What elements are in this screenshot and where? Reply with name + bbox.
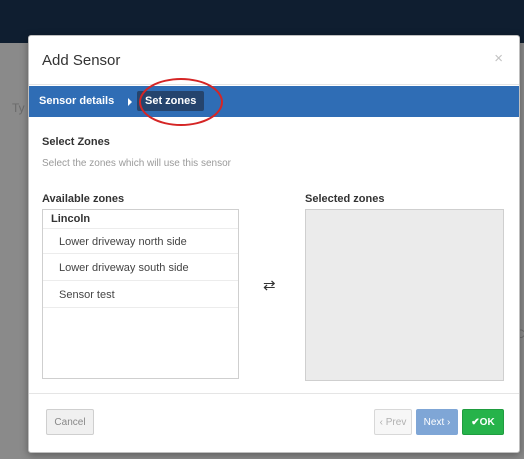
transfer-arrows-icon[interactable]: ⇄	[263, 276, 276, 294]
header-divider	[29, 84, 519, 85]
step-sensor-details[interactable]: Sensor details	[39, 95, 114, 107]
background-text-fragment: Ty	[12, 101, 25, 115]
selected-zones-label: Selected zones	[305, 193, 385, 205]
list-item[interactable]: Sensor test	[43, 282, 238, 308]
wizard-steps-bar: Sensor details Set zones	[29, 86, 519, 117]
close-icon[interactable]: ×	[494, 50, 503, 67]
footer-divider	[29, 393, 519, 394]
list-item[interactable]: Lower driveway north side	[43, 228, 238, 254]
section-title: Select Zones	[42, 136, 110, 148]
selected-zones-list[interactable]	[305, 209, 504, 381]
add-sensor-modal: Add Sensor × Sensor details Set zones Se…	[28, 35, 520, 453]
section-description: Select the zones which will use this sen…	[42, 158, 231, 169]
ok-button[interactable]: ✔OK	[462, 409, 504, 435]
available-zones-label: Available zones	[42, 193, 125, 205]
zone-group-header: Lincoln	[51, 213, 91, 225]
next-button[interactable]: Next ›	[416, 409, 458, 435]
step-arrow-icon	[128, 98, 132, 106]
cancel-button[interactable]: Cancel	[46, 409, 94, 435]
modal-title: Add Sensor	[42, 52, 121, 69]
available-zones-list[interactable]: Lincoln Lower driveway north side Lower …	[42, 209, 239, 379]
step-set-zones[interactable]: Set zones	[137, 91, 205, 111]
list-item[interactable]: Lower driveway south side	[43, 255, 238, 281]
prev-button[interactable]: ‹ Prev	[374, 409, 412, 435]
